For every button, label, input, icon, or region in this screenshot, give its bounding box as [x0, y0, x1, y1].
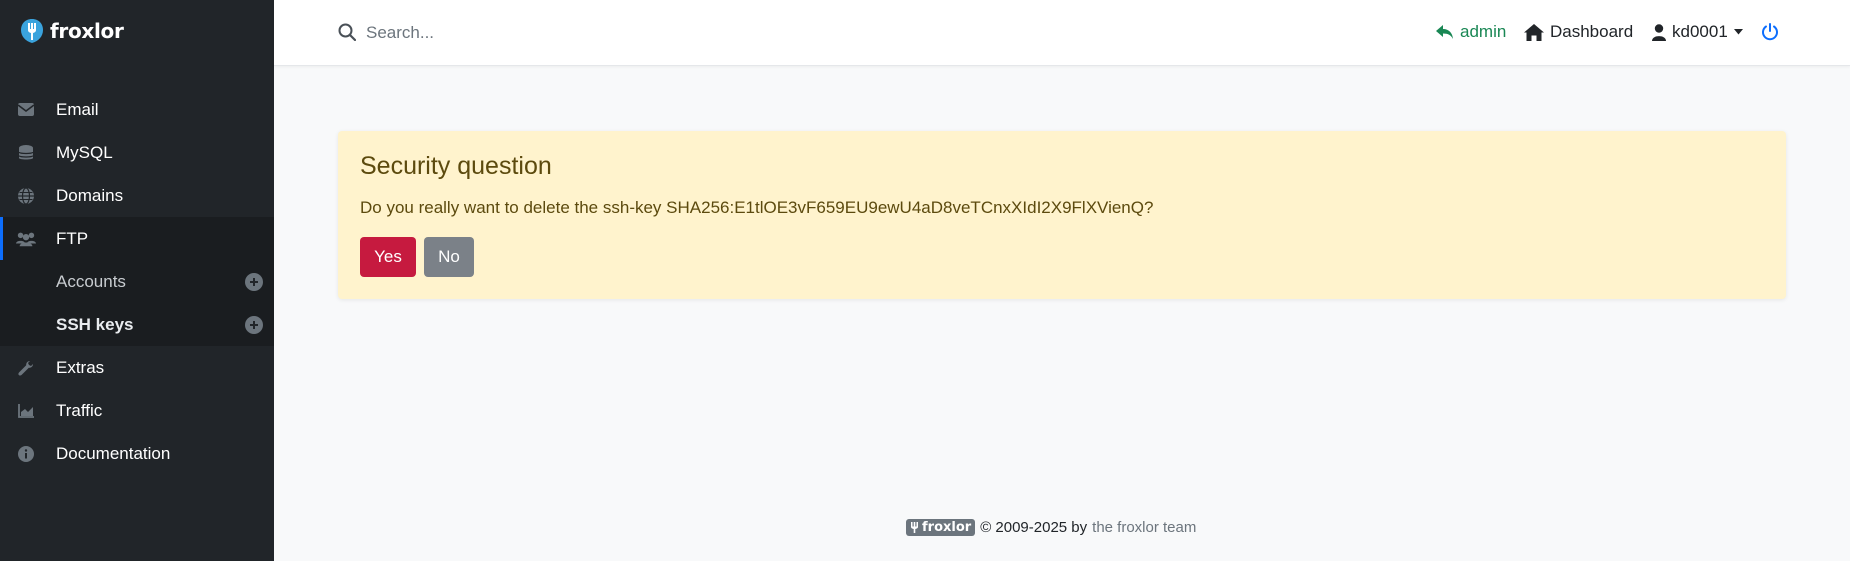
- search-icon: [338, 23, 357, 46]
- sidebar-item-domains[interactable]: Domains: [0, 174, 274, 217]
- brand-name: froxlor: [50, 19, 124, 43]
- sidebar-item-ftp[interactable]: FTP: [0, 217, 274, 260]
- reply-icon: [1436, 25, 1453, 39]
- home-icon: [1524, 23, 1544, 41]
- alert-message: Do you really want to delete the ssh-key…: [360, 198, 1154, 217]
- info-circle-icon: [16, 444, 36, 464]
- froxlor-logo-icon: [21, 19, 43, 43]
- froxlor-small-logo-icon: [911, 522, 918, 533]
- yes-button[interactable]: Yes: [360, 237, 416, 277]
- sidebar-item-traffic[interactable]: Traffic: [0, 389, 274, 432]
- sidebar-item-extras[interactable]: Extras: [0, 346, 274, 389]
- plus-circle-icon[interactable]: [245, 315, 263, 334]
- user-label: kd0001: [1672, 22, 1728, 41]
- froxlor-team-link[interactable]: the froxlor team: [1092, 519, 1196, 536]
- user-icon: [1652, 23, 1666, 41]
- globe-icon: [16, 186, 36, 206]
- admin-label: admin: [1460, 22, 1507, 41]
- sidebar-item-label: FTP: [56, 228, 89, 248]
- search-input[interactable]: [366, 17, 866, 49]
- sidebar-item-label: Email: [56, 99, 99, 119]
- power-icon[interactable]: [1761, 23, 1779, 41]
- security-question-alert: Security question Do you really want to …: [338, 131, 1786, 299]
- sidebar-item-documentation[interactable]: Documentation: [0, 432, 274, 475]
- footer-logo[interactable]: froxlor: [906, 519, 976, 536]
- dashboard-link[interactable]: Dashboard: [1524, 22, 1633, 42]
- sidebar-item-label: Traffic: [56, 400, 103, 420]
- sidebar-item-email[interactable]: Email: [0, 88, 274, 131]
- sidebar-subitem-accounts[interactable]: Accounts: [0, 260, 274, 303]
- user-dropdown[interactable]: kd0001: [1652, 22, 1743, 42]
- sidebar: froxlor Email MySQL Domains FTP Accounts…: [0, 0, 274, 561]
- sidebar-item-label: Domains: [56, 185, 124, 205]
- top-header: admin Dashboard kd0001: [274, 0, 1850, 66]
- footer-copyright: © 2009-2025 by: [980, 519, 1088, 536]
- alert-title: Security question: [360, 152, 552, 180]
- back-to-admin-link[interactable]: admin: [1436, 22, 1506, 42]
- sidebar-item-label: Extras: [56, 357, 105, 377]
- brand-logo[interactable]: froxlor: [20, 18, 124, 44]
- sidebar-item-label: Documentation: [56, 443, 171, 463]
- dashboard-label: Dashboard: [1550, 22, 1634, 41]
- sidebar-subitem-label: Accounts: [56, 271, 126, 291]
- sidebar-nav: Email MySQL Domains FTP Accounts SSH key…: [0, 88, 274, 475]
- chart-area-icon: [16, 401, 36, 421]
- sidebar-item-mysql[interactable]: MySQL: [0, 131, 274, 174]
- no-button[interactable]: No: [424, 237, 474, 277]
- sidebar-item-label: MySQL: [56, 142, 113, 162]
- caret-down-icon: [1733, 29, 1743, 35]
- footer-logo-text: froxlor: [922, 520, 972, 535]
- footer: froxlor © 2009-2025 by the froxlor team: [906, 519, 1196, 536]
- envelope-icon: [16, 100, 36, 120]
- plus-circle-icon[interactable]: [245, 272, 263, 291]
- wrench-icon: [16, 358, 36, 378]
- users-icon: [16, 229, 36, 249]
- database-icon: [16, 143, 36, 163]
- sidebar-subitem-label: SSH keys: [56, 314, 134, 334]
- sidebar-subitem-ssh-keys[interactable]: SSH keys: [0, 303, 274, 346]
